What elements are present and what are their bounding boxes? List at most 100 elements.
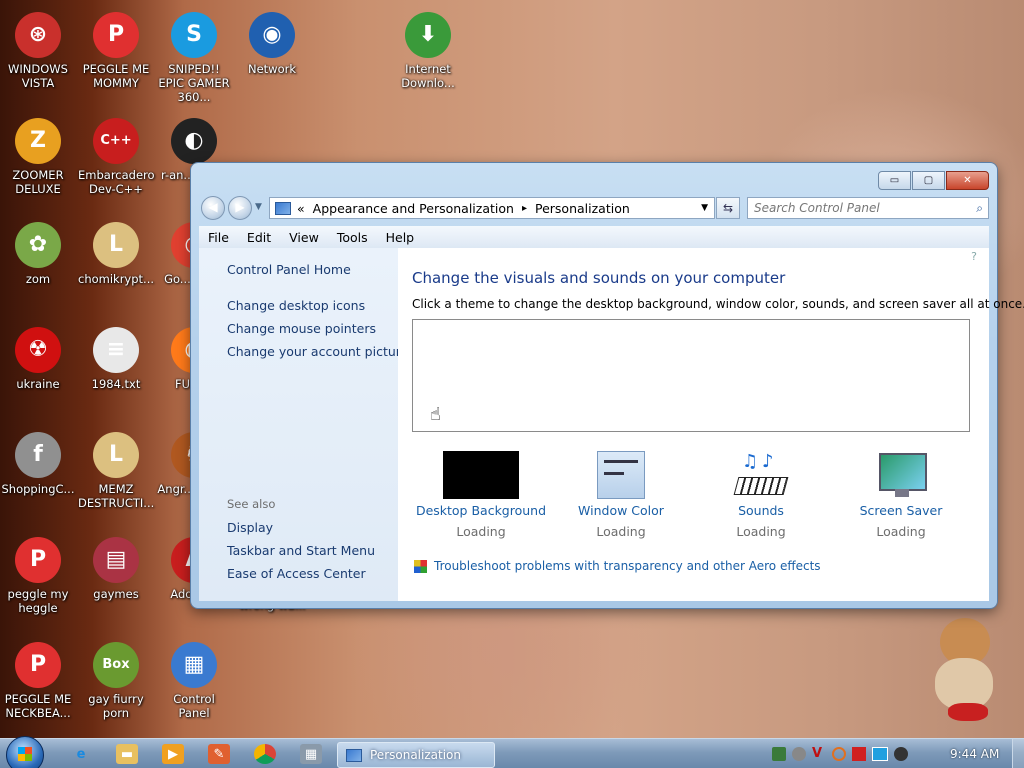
back-button[interactable]: ◀ bbox=[201, 196, 225, 220]
tray-v-icon[interactable]: V bbox=[812, 747, 826, 761]
change-desktop-icons-link[interactable]: Change desktop icons bbox=[227, 298, 365, 313]
ease-of-access-link[interactable]: Ease of Access Center bbox=[227, 566, 366, 581]
breadcrumb-separator[interactable]: ▸ bbox=[522, 203, 527, 214]
desktop-background-icon bbox=[443, 451, 519, 499]
breadcrumb-prefix[interactable]: « bbox=[297, 201, 305, 216]
taskbar-window-label[interactable]: Personalization bbox=[370, 748, 461, 762]
menu-view[interactable]: View bbox=[280, 230, 328, 245]
desktop-icon[interactable]: ⊛ WINDOWS VISTA bbox=[0, 12, 76, 90]
desktop-icon-label[interactable]: ukraine bbox=[0, 377, 76, 391]
desktop-icon[interactable]: Ppeggle my heggle bbox=[0, 537, 76, 615]
desktop-icon[interactable]: S SNIPED!! EPIC GAMER 360... bbox=[156, 12, 232, 104]
start-button[interactable] bbox=[6, 736, 44, 768]
desktop-icon[interactable]: C++ Embarcadero Dev-C++ bbox=[78, 118, 155, 196]
desktop-background-tile[interactable]: Desktop Background Loading bbox=[411, 451, 551, 539]
taskbar-personalization-button[interactable]: Personalization bbox=[337, 742, 495, 768]
internet-explorer-icon[interactable]: e bbox=[70, 744, 92, 764]
desktop-icon-label[interactable]: WINDOWS VISTA bbox=[0, 62, 76, 90]
sounds-label[interactable]: Sounds bbox=[691, 503, 831, 518]
back-arrow-icon: ◀ bbox=[208, 200, 218, 214]
troubleshoot-icon bbox=[414, 559, 427, 573]
close-button[interactable]: ✕ bbox=[946, 171, 989, 190]
window-color-icon bbox=[597, 451, 645, 499]
desktop-icon-label[interactable]: zom bbox=[0, 272, 76, 286]
desktop-icon[interactable]: f ShoppingC... bbox=[0, 432, 76, 496]
calculator-icon[interactable]: ▦ bbox=[300, 744, 322, 764]
desktop-icon[interactable]: ✿ zom bbox=[0, 222, 76, 286]
desktop-icon[interactable]: L MEMZ DESTRUCTI... bbox=[78, 432, 154, 510]
change-mouse-pointers-link[interactable]: Change mouse pointers bbox=[227, 321, 376, 336]
tray-volume-icon[interactable] bbox=[894, 747, 908, 761]
tray-flag-icon[interactable] bbox=[852, 747, 866, 761]
theme-list[interactable] bbox=[412, 319, 970, 432]
change-account-picture-link[interactable]: Change your account picture bbox=[227, 344, 408, 359]
forward-button[interactable]: ▶ bbox=[228, 196, 252, 220]
recent-pages-dropdown[interactable]: ▼ bbox=[255, 202, 262, 212]
desktop-icon[interactable]: P PEGGLE ME NECKBEA... bbox=[0, 642, 76, 720]
breadcrumb-current[interactable]: Personalization bbox=[535, 201, 630, 216]
desktop-icon-label[interactable]: MEMZ DESTRUCTI... bbox=[78, 482, 154, 510]
tray-settings-icon[interactable] bbox=[792, 747, 806, 761]
minimize-button[interactable]: ▭ bbox=[878, 171, 911, 190]
menu-tools[interactable]: Tools bbox=[328, 230, 377, 245]
troubleshoot-link[interactable]: Troubleshoot problems with transparency … bbox=[434, 559, 821, 573]
file-explorer-icon[interactable]: ▬ bbox=[116, 744, 138, 764]
desktop-icon-label[interactable]: Control Panel bbox=[156, 692, 232, 720]
desktop-icon[interactable]: Box gay fiurry porn bbox=[78, 642, 154, 720]
paint-icon[interactable]: ✎ bbox=[208, 744, 230, 764]
clock[interactable]: 9:44 AM bbox=[950, 747, 999, 761]
chrome-icon[interactable] bbox=[254, 744, 276, 764]
desktop-icon[interactable]: ⬇ Internet Downlo... bbox=[390, 12, 466, 90]
maximize-button[interactable]: ▢ bbox=[912, 171, 945, 190]
desktop-icon[interactable]: ▤ gaymes bbox=[78, 537, 154, 601]
desktop-icon-label[interactable]: SNIPED!! EPIC GAMER 360... bbox=[156, 62, 232, 104]
desktop-icon-image: Box bbox=[93, 642, 139, 688]
desktop-icon-label[interactable]: gay fiurry porn bbox=[78, 692, 154, 720]
menu-file[interactable]: File bbox=[199, 230, 238, 245]
refresh-button[interactable]: ⇆ bbox=[716, 197, 740, 219]
media-player-icon[interactable]: ▶ bbox=[162, 744, 184, 764]
desktop-icon-label[interactable]: chomikrypt... bbox=[78, 272, 154, 286]
desktop-icon[interactable]: P PEGGLE ME MOMMY bbox=[78, 12, 154, 90]
desktop-icon[interactable]: ▦ Control Panel bbox=[156, 642, 232, 720]
desktop-icon-label[interactable]: 1984.txt bbox=[78, 377, 154, 391]
taskbar-start-menu-link[interactable]: Taskbar and Start Menu bbox=[227, 543, 375, 558]
menu-help[interactable]: Help bbox=[377, 230, 424, 245]
desktop-icon[interactable]: ☢ ukraine bbox=[0, 327, 76, 391]
window-color-label[interactable]: Window Color bbox=[551, 503, 691, 518]
tray-network-icon[interactable] bbox=[772, 747, 786, 761]
desktop-icon-label[interactable]: gaymes bbox=[78, 587, 154, 601]
desktop-icon-label[interactable]: PEGGLE ME MOMMY bbox=[78, 62, 154, 90]
desktop-icon-label[interactable]: ShoppingC... bbox=[0, 482, 76, 496]
desktop-background-label[interactable]: Desktop Background bbox=[411, 503, 551, 518]
desktop-icon[interactable]: ◉ Network bbox=[234, 12, 310, 76]
sounds-tile[interactable]: ♫ ♪ Sounds Loading bbox=[691, 451, 831, 539]
search-input[interactable]: Search Control Panel ⌕ bbox=[747, 197, 989, 219]
address-dropdown-icon[interactable]: ▼ bbox=[701, 203, 708, 213]
troubleshoot-row[interactable]: Troubleshoot problems with transparency … bbox=[414, 559, 821, 573]
desktop-icon-label[interactable]: Embarcadero Dev-C++ bbox=[78, 168, 155, 196]
page-heading: Change the visuals and sounds on your co… bbox=[412, 269, 786, 287]
desktop-icon[interactable]: Lchomikrypt... bbox=[78, 222, 154, 286]
search-icon[interactable]: ⌕ bbox=[976, 201, 983, 216]
tray-search-icon[interactable] bbox=[832, 747, 846, 761]
display-link[interactable]: Display bbox=[227, 520, 273, 535]
menu-edit[interactable]: Edit bbox=[238, 230, 280, 245]
desktop-icon-label[interactable]: peggle my heggle bbox=[0, 587, 76, 615]
desktop: ⊛ WINDOWS VISTA P PEGGLE ME MOMMY S SNIPED!! … bbox=[0, 0, 1024, 768]
desktop-icon-label[interactable]: ZOOMER DELUXE bbox=[0, 168, 76, 196]
desktop-icon-label[interactable]: Network bbox=[234, 62, 310, 76]
screen-saver-label[interactable]: Screen Saver bbox=[831, 503, 971, 518]
desktop-icon-label[interactable]: Internet Downlo... bbox=[390, 62, 466, 90]
address-bar[interactable]: « Appearance and Personalization ▸ Perso… bbox=[269, 197, 715, 219]
window-color-tile[interactable]: Window Color Loading bbox=[551, 451, 691, 539]
show-desktop-button[interactable] bbox=[1012, 739, 1024, 768]
desktop-icon[interactable]: Z ZOOMER DELUXE bbox=[0, 118, 76, 196]
help-icon[interactable]: ? bbox=[971, 250, 977, 263]
tray-monitor-icon[interactable] bbox=[872, 747, 888, 761]
control-panel-home-link[interactable]: Control Panel Home bbox=[227, 262, 351, 277]
desktop-icon[interactable]: ≡ 1984.txt bbox=[78, 327, 154, 391]
desktop-icon-label[interactable]: PEGGLE ME NECKBEA... bbox=[0, 692, 76, 720]
breadcrumb-parent[interactable]: Appearance and Personalization bbox=[313, 201, 514, 216]
screen-saver-tile[interactable]: Screen Saver Loading bbox=[831, 451, 971, 539]
